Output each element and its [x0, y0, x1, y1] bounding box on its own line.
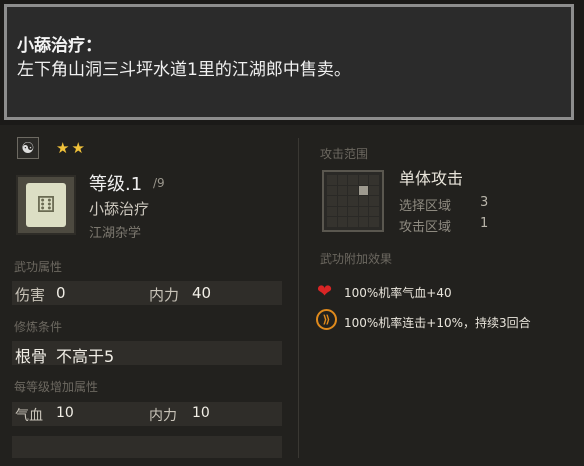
empty-row	[12, 436, 282, 458]
combo-icon: ⟫	[316, 309, 337, 330]
effect-item: 100%机率气血+40	[344, 286, 452, 300]
training-row	[12, 341, 282, 365]
effect-item: 100%机率连击+10%，持续3回合	[344, 316, 531, 330]
attack-type: 单体攻击	[399, 169, 464, 188]
skill-level-max: /9	[153, 176, 165, 190]
skill-level: 等级.1	[89, 174, 143, 195]
skill-name: 小舔治疗	[89, 200, 150, 218]
training-heading: 修炼条件	[14, 320, 63, 334]
skill-icon[interactable]: ⚅	[16, 175, 76, 235]
neili-value: 40	[192, 284, 212, 302]
qixue-label: 气血	[15, 408, 43, 424]
attributes-heading: 武功属性	[14, 260, 63, 274]
tooltip: 小舔治疗： 左下角山洞三斗坪水道1里的江湖郎中售卖。	[4, 4, 574, 120]
neili-label: 内力	[149, 286, 180, 304]
target-cell	[358, 185, 369, 196]
per-level-row	[12, 402, 282, 426]
gengu-label: 根骨	[15, 347, 48, 366]
skill-category: 江湖杂学	[89, 226, 142, 241]
attack-area-label: 攻击区域	[399, 220, 452, 235]
attributes-row	[12, 281, 282, 305]
dice-icon: ⚅	[26, 183, 66, 227]
select-area-label: 选择区域	[399, 199, 452, 214]
attack-range-heading: 攻击范围	[320, 147, 369, 161]
effects-heading: 武功附加效果	[320, 252, 393, 266]
tooltip-description: 左下角山洞三斗坪水道1里的江湖郎中售卖。	[17, 60, 351, 80]
damage-label: 伤害	[15, 286, 46, 304]
damage-value: 0	[56, 284, 66, 302]
heart-icon: ❤	[317, 281, 333, 302]
select-area-value: 3	[480, 195, 489, 210]
per-level-heading: 每等级增加属性	[14, 380, 99, 394]
per-level-neili-label: 内力	[149, 408, 177, 424]
tooltip-title: 小舔治疗：	[17, 36, 102, 56]
star-rating: ★★	[56, 139, 87, 157]
qixue-value: 10	[56, 405, 74, 421]
yin-yang-icon: ☯	[17, 137, 39, 159]
gengu-value: 不高于5	[56, 347, 115, 366]
attack-area-value: 1	[480, 216, 489, 231]
column-divider	[298, 138, 299, 458]
attack-range-grid	[322, 170, 384, 232]
per-level-neili-value: 10	[192, 405, 210, 421]
